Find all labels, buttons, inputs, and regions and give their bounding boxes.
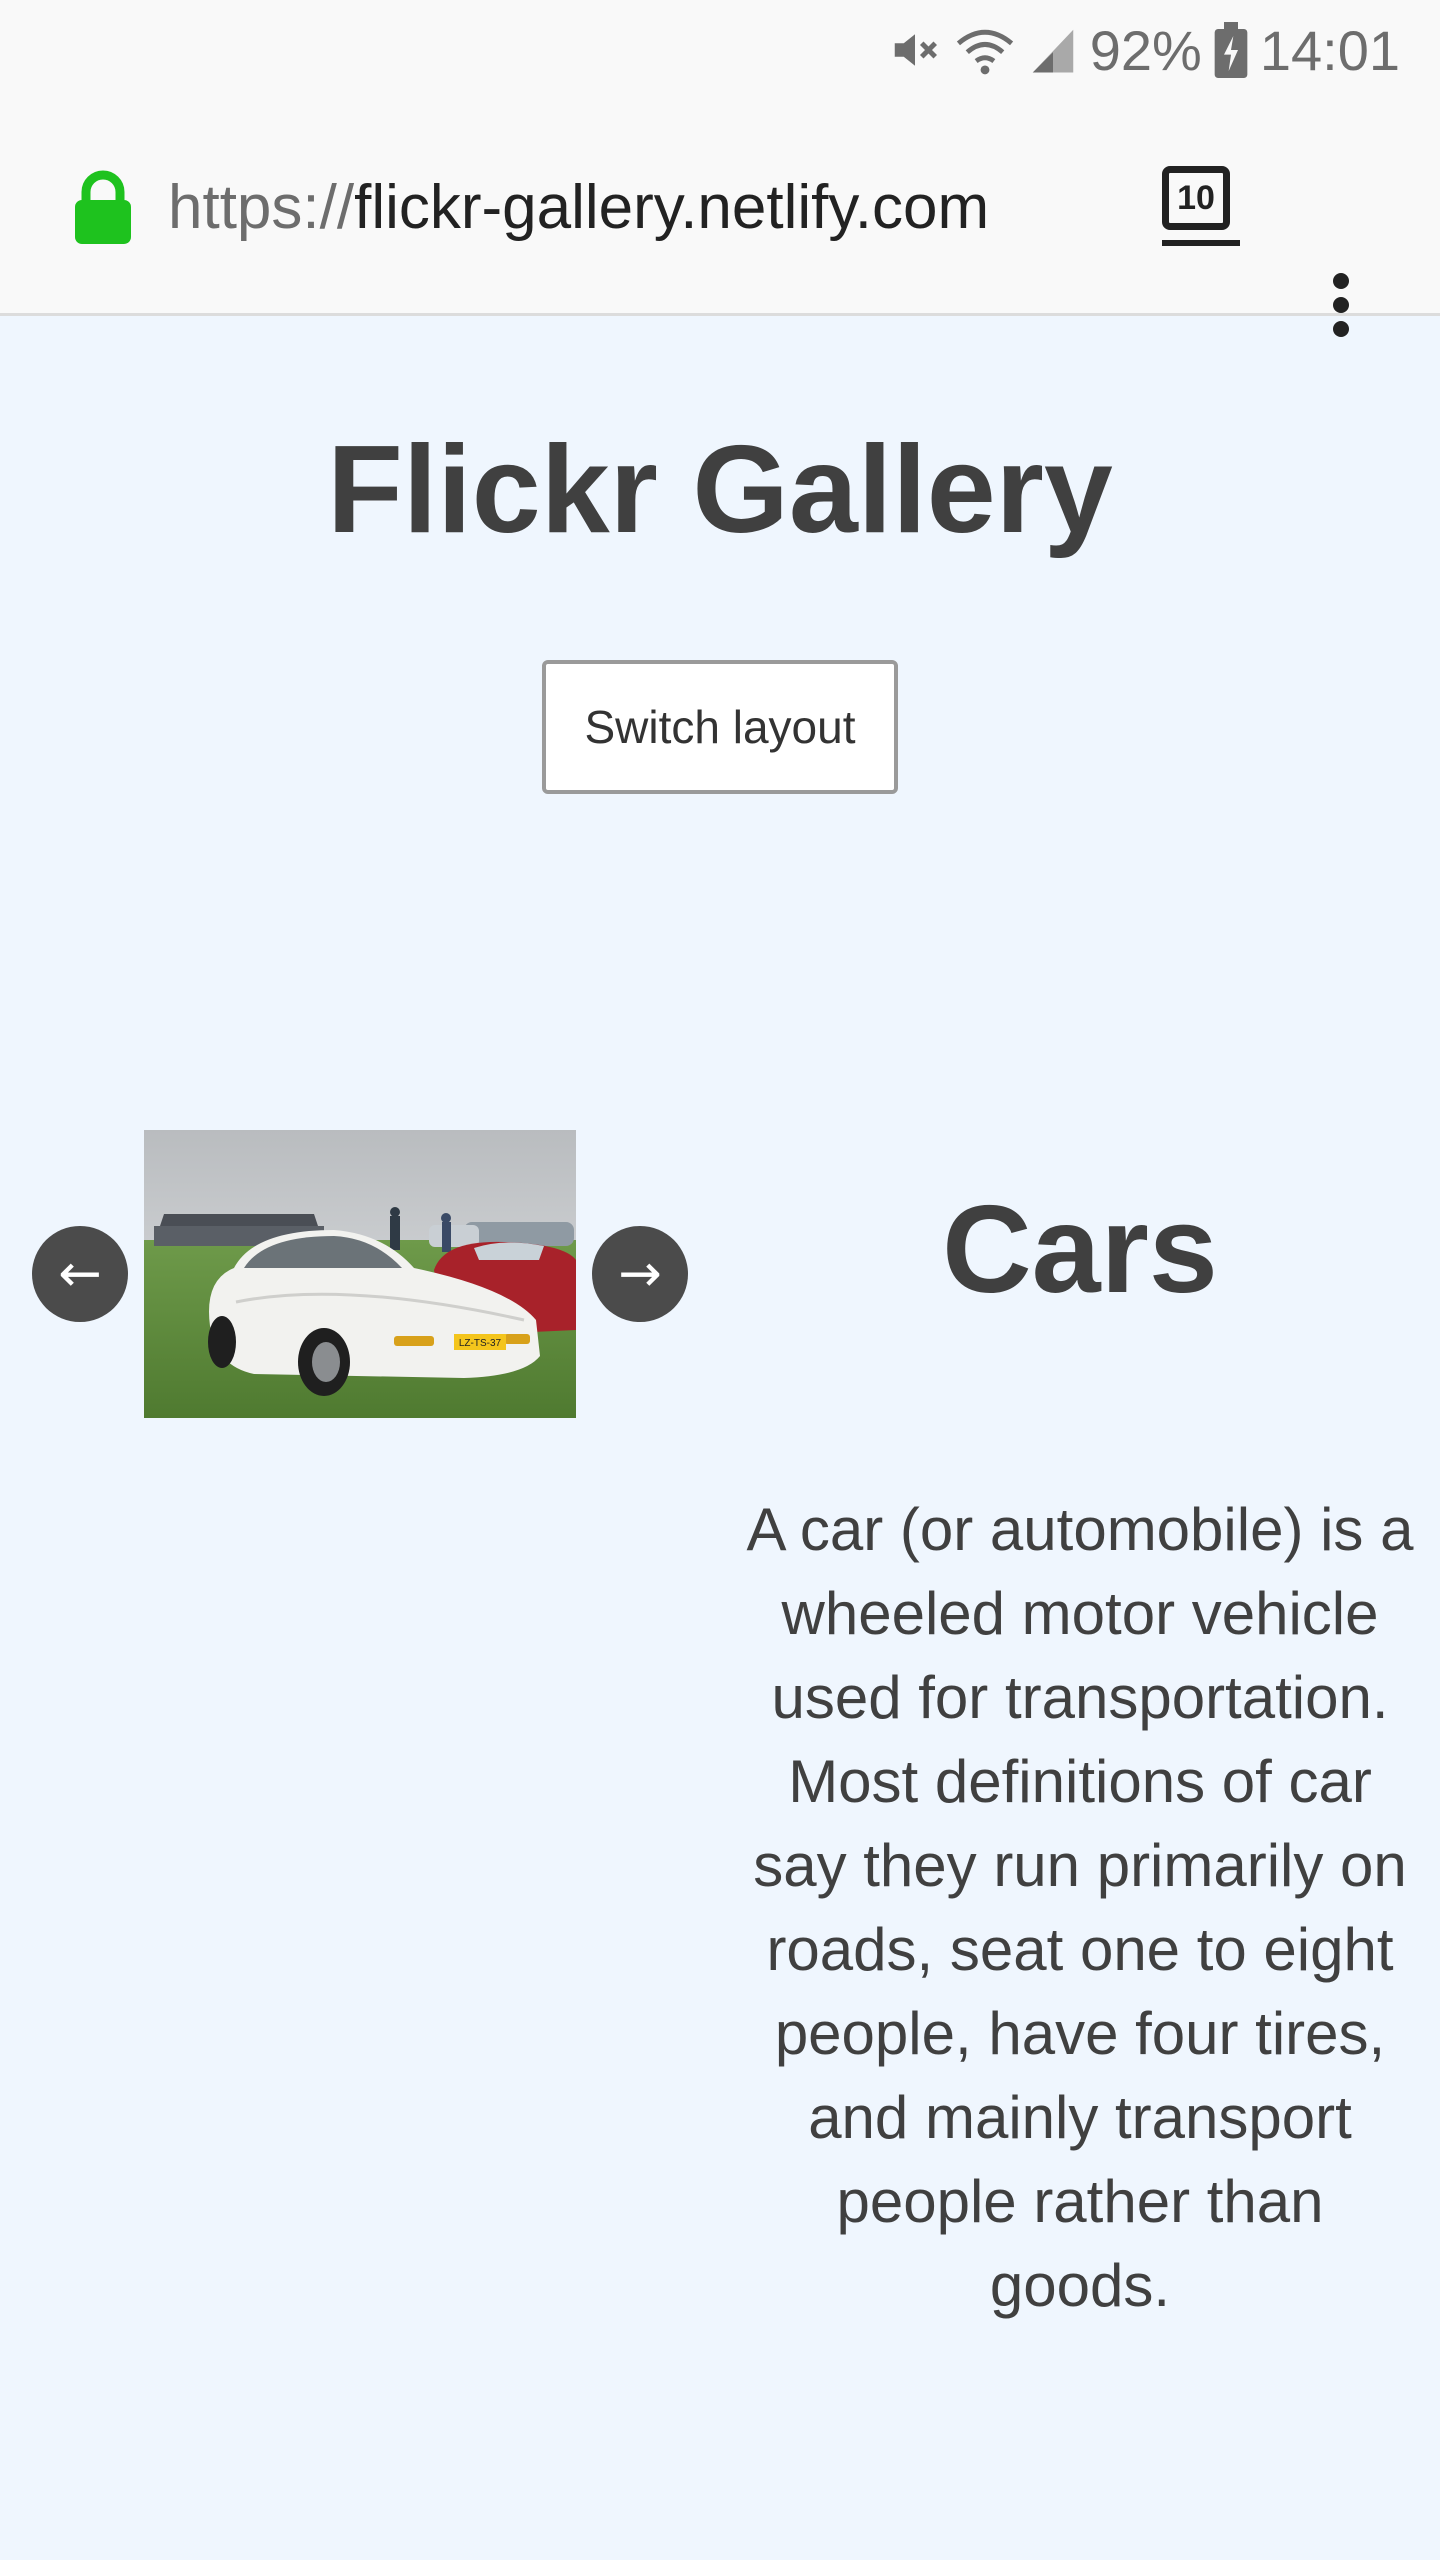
tabs-icon: 10	[1162, 166, 1230, 230]
mute-icon	[888, 23, 942, 77]
more-vert-icon[interactable]	[1330, 272, 1352, 343]
tab-count: 10	[1177, 179, 1215, 217]
category-title: Cars	[942, 1181, 1218, 1319]
status-bar: 92% 14:01	[0, 0, 1440, 100]
next-photo-button[interactable]: →	[592, 1226, 688, 1322]
license-plate: LZ-TS-37	[459, 1338, 502, 1349]
car-photo: LZ-TS-37	[144, 1130, 576, 1418]
browser-toolbar: https://flickr-gallery.netlify.com 10	[0, 100, 1440, 337]
page-title: Flickr Gallery	[327, 421, 1113, 559]
status-icons: 92% 14:01	[888, 14, 1400, 86]
switch-layout-button[interactable]: Switch layout	[542, 660, 898, 794]
signal-icon	[1028, 23, 1078, 77]
clock: 14:01	[1259, 18, 1400, 82]
tabs-button[interactable]: 10	[1158, 162, 1242, 246]
car-photo-image: LZ-TS-37	[144, 1130, 576, 1418]
lock-icon[interactable]	[72, 170, 134, 251]
category-description: A car (or automobile) is a wheeled motor…	[746, 1496, 1414, 2319]
wifi-icon	[954, 23, 1016, 77]
url-scheme: https://	[168, 173, 355, 242]
previous-photo-button[interactable]: ←	[32, 1226, 128, 1322]
address-bar[interactable]: https://flickr-gallery.netlify.com	[168, 172, 989, 244]
tabs-underline	[1162, 240, 1240, 246]
battery-charging-icon	[1214, 22, 1248, 78]
battery-percent: 92%	[1089, 18, 1202, 82]
url-host: flickr-gallery.netlify.com	[354, 173, 990, 242]
